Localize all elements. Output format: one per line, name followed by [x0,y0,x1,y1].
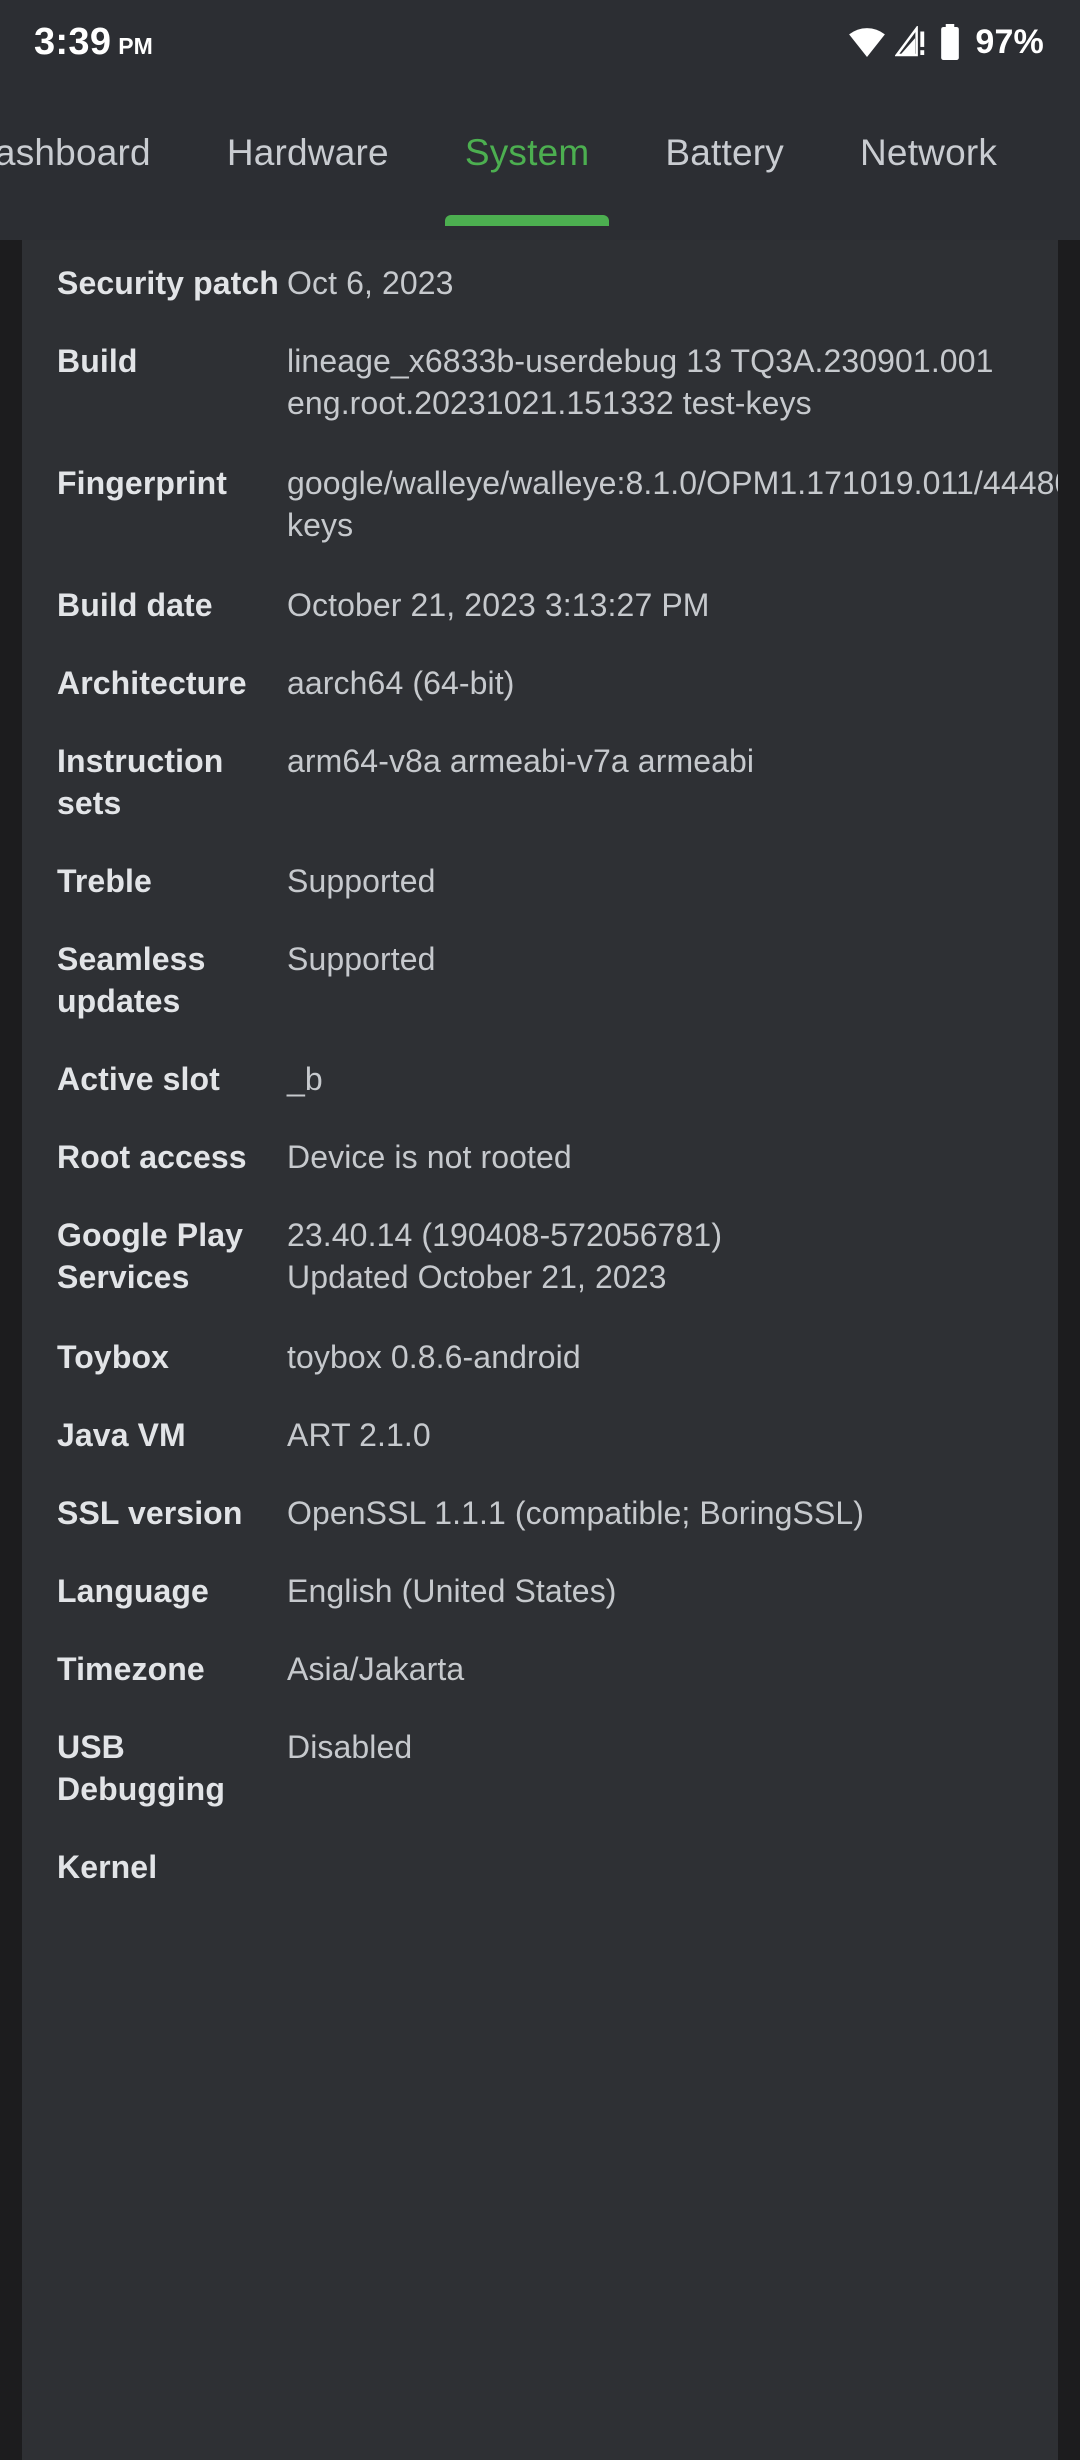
info-row-value: aarch64 (64-bit) [287,665,515,701]
info-row[interactable]: Architecture aarch64 (64-bit) [22,644,1058,722]
info-row[interactable]: Timezone Asia/Jakarta [22,1630,1058,1708]
info-row-label: Kernel [57,1849,158,1885]
info-row-value: Disabled [287,1729,413,1765]
tab-network[interactable]: Network [822,84,1035,240]
info-row-label: Toybox [57,1339,170,1375]
info-row[interactable]: Google Play Services 23.40.14 (190408-572… [22,1196,1058,1318]
tab-label: Hardware [226,132,389,173]
info-row-label: Build date [57,587,213,623]
device-screen: 3:39 PM 97% ashboard Hardware System Bat… [0,0,1080,2460]
info-row[interactable]: Build lineage_x6833b-userdebug 13 TQ3A.23… [22,322,1058,444]
info-row-label: SSL version [57,1495,243,1531]
clock-ampm: PM [118,32,153,59]
info-row[interactable]: Security patch Oct 6, 2023 [22,240,1058,322]
info-row-label: Java VM [57,1417,186,1453]
info-row-label: Google Play Services [57,1217,244,1295]
info-row[interactable]: Treble Supported [22,842,1058,920]
info-row[interactable]: Seamless updates Supported [22,920,1058,1040]
info-row[interactable]: Fingerprint google/walleye/walleye:8.1.0/… [22,444,1058,566]
info-row[interactable]: Root access Device is not rooted [22,1118,1058,1196]
info-row[interactable]: Kernel [22,1828,1058,1906]
tab-label: Battery [665,132,784,173]
tab-system[interactable]: System [427,84,628,240]
info-row-label: Fingerprint [57,465,227,501]
info-row-value: Supported [287,941,436,977]
info-row-label: Language [57,1573,209,1609]
info-row[interactable]: SSL version OpenSSL 1.1.1 (compatible; Bo… [22,1474,1058,1552]
battery-percent-label: 97% [975,22,1044,61]
info-row-label: Instruction sets [57,743,224,821]
info-row-value: lineage_x6833b-userdebug 13 TQ3A.230901.… [287,343,994,421]
info-row-label: Treble [57,863,152,899]
info-row-label: Security patch [57,265,279,301]
clock-time: 3:39 [34,20,112,63]
info-row-label: Timezone [57,1651,205,1687]
info-row[interactable]: Active slot _b [22,1040,1058,1118]
info-row-label: Root access [57,1139,247,1175]
cell-signal-no-service-icon [895,26,929,58]
info-row[interactable]: Build date October 21, 2023 3:13:27 PM [22,566,1058,644]
info-row-label: USB Debugging [57,1729,225,1807]
tab-dashboard[interactable]: Dashboard [0,84,189,240]
status-bar-clock: 3:39 PM [34,21,153,64]
info-row-value: google/walleye/walleye:8.1.0/OPM1.171019… [287,465,1058,543]
info-row-label: Active slot [57,1061,220,1097]
tab-strip[interactable]: Dashboard Hardware System Battery Network [0,84,1035,240]
info-row[interactable]: Toybox toybox 0.8.6-android [22,1318,1058,1396]
info-row-value: ART 2.1.0 [287,1417,431,1453]
info-row[interactable]: Java VM ART 2.1.0 [22,1396,1058,1474]
info-row-label: Build [57,343,138,379]
info-row-value: Device is not rooted [287,1139,572,1175]
info-row-label: Architecture [57,665,247,701]
tab-hardware[interactable]: Hardware [189,84,427,240]
battery-icon [938,24,962,60]
tab-label: Network [860,132,998,173]
tab-battery[interactable]: Battery [627,84,822,240]
info-row-value: toybox 0.8.6-android [287,1339,581,1375]
tab-label: Dashboard [0,132,151,173]
status-bar: 3:39 PM 97% [0,0,1080,84]
info-row-value: Oct 6, 2023 [287,265,454,301]
info-row-value: English (United States) [287,1573,617,1609]
info-row-label: Seamless updates [57,941,206,1019]
info-row[interactable]: Instruction sets arm64-v8a armeabi-v7a ar… [22,722,1058,842]
wifi-icon [848,26,886,58]
info-row-value: arm64-v8a armeabi-v7a armeabi [287,743,755,779]
info-row-value: 23.40.14 (190408-572056781) Updated Octo… [287,1217,723,1295]
status-bar-icons: 97% [848,23,1044,62]
active-tab-indicator [444,215,610,226]
info-row-value: _b [287,1061,323,1097]
system-info-list[interactable]: Security patch Oct 6, 2023 Build lineage_x6… [22,240,1058,2460]
tab-bar[interactable]: Dashboard Hardware System Battery Network [0,84,1080,240]
info-row-value: OpenSSL 1.1.1 (compatible; BoringSSL) [287,1495,865,1531]
info-row-value: October 21, 2023 3:13:27 PM [287,587,710,623]
info-row-value: Supported [287,863,436,899]
info-row-value: Asia/Jakarta [287,1651,465,1687]
info-row[interactable]: Language English (United States) [22,1552,1058,1630]
info-row[interactable]: USB Debugging Disabled [22,1708,1058,1828]
tab-label: System [464,132,590,173]
